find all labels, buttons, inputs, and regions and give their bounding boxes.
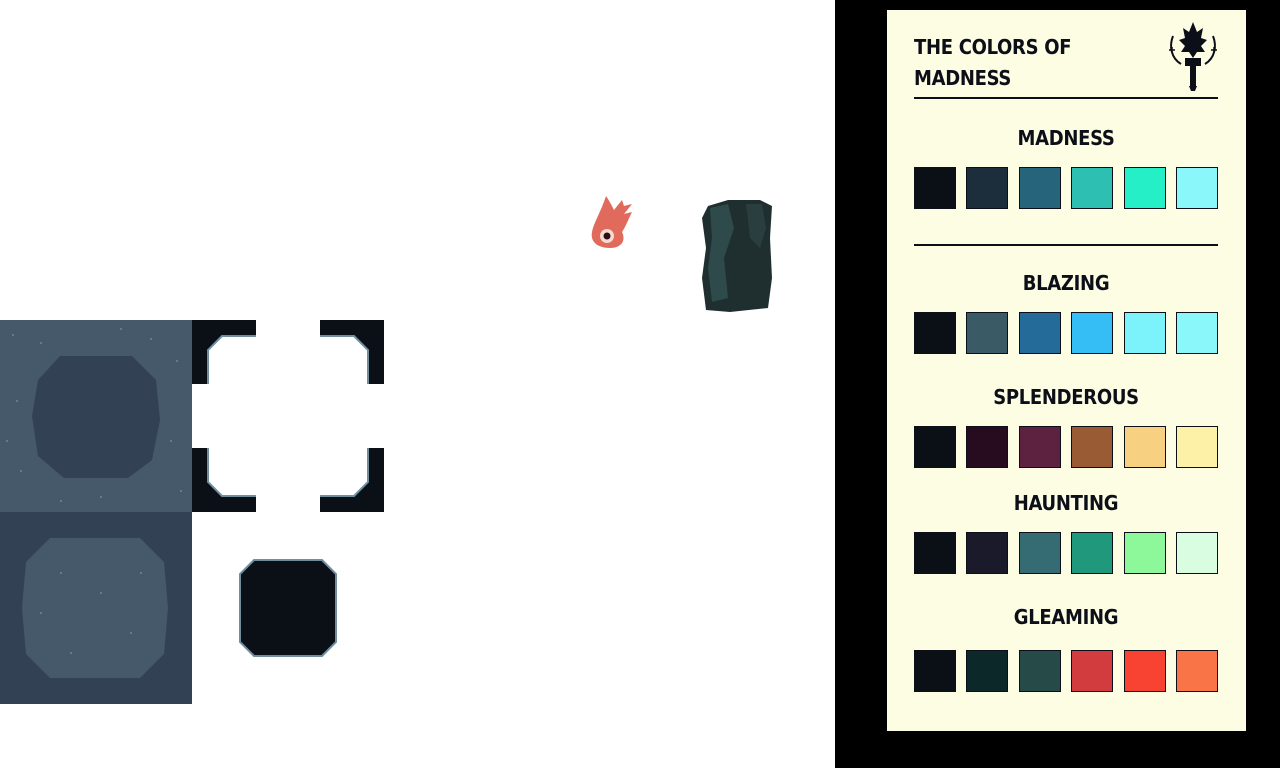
section-divider <box>914 244 1218 246</box>
wall-corner-top-left <box>192 320 256 384</box>
color-swatch <box>914 650 956 692</box>
color-swatch <box>1123 312 1166 354</box>
card-title: THE COLORS OF MADNESS <box>914 35 1072 90</box>
color-swatch <box>1018 167 1061 209</box>
color-swatch <box>1018 426 1061 468</box>
color-swatch <box>966 312 1009 354</box>
title-divider <box>914 97 1218 99</box>
color-swatch <box>1071 650 1114 692</box>
color-swatch <box>1175 532 1218 574</box>
color-swatch <box>966 532 1009 574</box>
floor-tile-bottom-art <box>0 512 192 704</box>
color-swatch <box>1018 312 1061 354</box>
color-swatch <box>914 426 956 468</box>
color-swatch <box>914 167 956 209</box>
color-swatch <box>1175 312 1218 354</box>
floor-tile-bottom <box>0 512 192 704</box>
palette-swatches-blazing <box>914 312 1218 354</box>
color-swatch <box>1071 167 1114 209</box>
rock-pillar-icon <box>700 198 774 314</box>
palette-swatches-madness <box>914 167 1218 209</box>
palette-name-splenderous: SPLENDEROUS <box>993 385 1139 409</box>
color-swatch <box>966 167 1009 209</box>
color-swatch <box>966 650 1009 692</box>
color-swatch <box>1018 532 1061 574</box>
game-stage: THE COLORS OF MADNESS MADNESS BLAZING SP… <box>0 0 1280 768</box>
color-swatch <box>1175 650 1218 692</box>
floor-tile-top <box>0 320 192 512</box>
wall-corner-top-right <box>320 320 384 384</box>
pit-tile-icon <box>238 558 338 658</box>
color-swatch <box>1175 426 1218 468</box>
wall-corner-bottom-left <box>192 448 256 512</box>
color-swatch <box>1071 312 1114 354</box>
wall-corner-bottom-right <box>320 448 384 512</box>
palette-name-madness: MADNESS <box>1017 126 1115 150</box>
eye-creature-icon <box>588 192 638 250</box>
color-swatch <box>1071 426 1114 468</box>
color-swatch <box>1018 650 1061 692</box>
palette-name-gleaming: GLEAMING <box>1013 605 1119 629</box>
palette-card: THE COLORS OF MADNESS MADNESS BLAZING SP… <box>887 10 1246 731</box>
palette-name-blazing: BLAZING <box>1022 271 1110 295</box>
torch-emblem-icon <box>1167 16 1219 92</box>
color-swatch <box>1071 532 1114 574</box>
color-swatch <box>914 532 956 574</box>
palette-swatches-gleaming <box>914 650 1218 692</box>
color-swatch <box>966 426 1009 468</box>
palette-swatches-haunting <box>914 532 1218 574</box>
color-swatch <box>914 312 956 354</box>
color-swatch <box>1123 650 1166 692</box>
palette-name-haunting: HAUNTING <box>1013 491 1119 515</box>
palette-swatches-splenderous <box>914 426 1218 468</box>
color-swatch <box>1123 532 1166 574</box>
color-swatch <box>1175 167 1218 209</box>
color-swatch <box>1123 426 1166 468</box>
color-swatch <box>1123 167 1166 209</box>
floor-tile-top-art <box>0 320 192 512</box>
